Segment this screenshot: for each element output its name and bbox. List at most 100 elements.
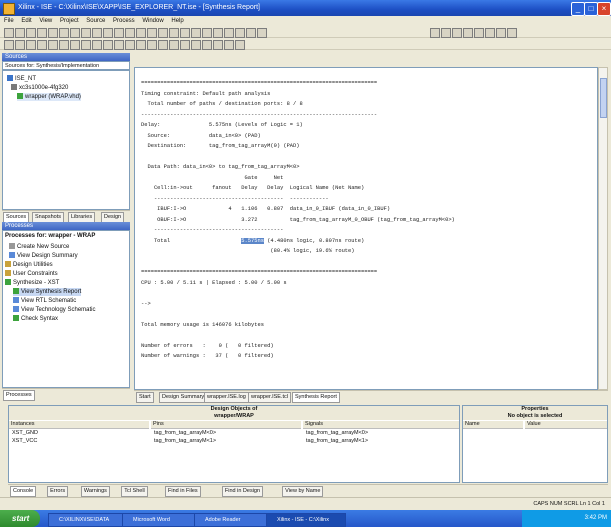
toolbar-icon[interactable] bbox=[191, 28, 201, 38]
console-tab[interactable]: Warnings bbox=[80, 486, 110, 497]
tree-item-device[interactable]: xc3s1000e-4fg320 bbox=[11, 84, 68, 92]
process-item[interactable]: View Technology Schematic bbox=[13, 306, 96, 314]
console-tab[interactable]: View by Name bbox=[282, 486, 324, 497]
toolbar-icon[interactable] bbox=[158, 28, 168, 38]
instance-row[interactable]: XST_VCC bbox=[12, 438, 37, 444]
menu-source[interactable]: Source bbox=[86, 18, 105, 24]
process-item[interactable]: View Design Summary bbox=[9, 252, 78, 260]
toolbar-icon[interactable] bbox=[496, 28, 506, 38]
menu-view[interactable]: View bbox=[39, 18, 52, 24]
toolbar-icon[interactable] bbox=[48, 28, 58, 38]
toolbar-icon[interactable] bbox=[213, 28, 223, 38]
toolbar-icon[interactable] bbox=[59, 28, 69, 38]
process-item[interactable]: User Constraints bbox=[5, 270, 58, 278]
toolbar-icon[interactable] bbox=[103, 28, 113, 38]
tab-start[interactable]: Start bbox=[136, 392, 154, 403]
process-item[interactable]: Check Syntax bbox=[13, 315, 58, 323]
toolbar-icon[interactable] bbox=[15, 40, 25, 50]
toolbar-icon[interactable] bbox=[125, 28, 135, 38]
minimize-button[interactable]: _ bbox=[571, 2, 585, 16]
process-item[interactable]: Create New Source bbox=[9, 243, 69, 251]
process-item-selected[interactable]: View Synthesis Report bbox=[13, 288, 82, 296]
toolbar-icon[interactable] bbox=[202, 28, 212, 38]
console-tab[interactable]: Console bbox=[10, 486, 37, 497]
toolbar-icon[interactable] bbox=[136, 28, 146, 38]
console-tab[interactable]: Tcl Shell bbox=[121, 486, 148, 497]
toolbar-icon[interactable] bbox=[37, 40, 47, 50]
toolbar-icon[interactable] bbox=[147, 28, 157, 38]
toolbar-icon[interactable] bbox=[213, 40, 223, 50]
toolbar-icon[interactable] bbox=[485, 28, 495, 38]
toolbar-icon[interactable] bbox=[81, 28, 91, 38]
toolbar-icon[interactable] bbox=[81, 40, 91, 50]
toolbar-icon[interactable] bbox=[180, 40, 190, 50]
toolbar-icon[interactable] bbox=[441, 28, 451, 38]
toolbar-icon[interactable] bbox=[4, 40, 14, 50]
scrollbar-thumb[interactable] bbox=[600, 78, 607, 118]
toolbar-icon[interactable] bbox=[507, 28, 517, 38]
process-item[interactable]: Design Utilities bbox=[5, 261, 53, 269]
tab-synthesis-report[interactable]: Synthesis Report bbox=[292, 392, 340, 403]
console-tab[interactable]: Errors bbox=[47, 486, 69, 497]
toolbar-icon[interactable] bbox=[202, 40, 212, 50]
toolbar-icon[interactable] bbox=[224, 40, 234, 50]
sources-mode-select[interactable]: Sources for: Synthesis/Implementation bbox=[2, 61, 130, 70]
menu-file[interactable]: File bbox=[4, 18, 14, 24]
menu-window[interactable]: Window bbox=[142, 18, 163, 24]
process-item[interactable]: View RTL Schematic bbox=[13, 297, 76, 305]
toolbar-icon[interactable] bbox=[114, 28, 124, 38]
toolbar-icon[interactable] bbox=[136, 40, 146, 50]
toolbar-icon[interactable] bbox=[70, 28, 80, 38]
close-button[interactable]: × bbox=[597, 2, 611, 16]
instances-header[interactable]: Instances bbox=[9, 421, 149, 429]
tab-processes[interactable]: Processes bbox=[3, 390, 35, 401]
toolbar-icon[interactable] bbox=[26, 28, 36, 38]
instance-row[interactable]: XST_GND bbox=[12, 430, 38, 436]
toolbar-icon[interactable] bbox=[169, 40, 179, 50]
console-tab[interactable]: Find in Design bbox=[221, 486, 264, 497]
toolbar-icon[interactable] bbox=[4, 28, 14, 38]
toolbar-icon[interactable] bbox=[26, 40, 36, 50]
tree-item-wrapper[interactable]: wrapper (WRAP.vhd) bbox=[17, 93, 81, 101]
toolbar-icon[interactable] bbox=[463, 28, 473, 38]
toolbar-icon[interactable] bbox=[103, 40, 113, 50]
signals-header[interactable]: Signals bbox=[303, 421, 459, 429]
toolbar-icon[interactable] bbox=[235, 28, 245, 38]
prop-name-header[interactable]: Name bbox=[463, 421, 523, 429]
toolbar-icon[interactable] bbox=[125, 40, 135, 50]
toolbar-icon[interactable] bbox=[235, 40, 245, 50]
toolbar-icon[interactable] bbox=[37, 28, 47, 38]
pin-row[interactable]: tag_from_tag_arrayM<1> bbox=[154, 438, 216, 444]
signal-row[interactable]: tag_from_tag_arrayM<1> bbox=[306, 438, 368, 444]
signal-row[interactable]: tag_from_tag_arrayM<0> bbox=[306, 430, 368, 436]
toolbar-icon[interactable] bbox=[474, 28, 484, 38]
tree-item-project[interactable]: ISE_NT bbox=[7, 75, 36, 83]
toolbar-icon[interactable] bbox=[92, 28, 102, 38]
toolbar-icon[interactable] bbox=[180, 28, 190, 38]
maximize-button[interactable]: □ bbox=[584, 2, 598, 16]
taskbar-task[interactable]: Microsoft Word bbox=[122, 513, 202, 527]
console-tab[interactable]: Find in Files bbox=[165, 486, 201, 497]
menu-help[interactable]: Help bbox=[171, 18, 183, 24]
menu-process[interactable]: Process bbox=[113, 18, 135, 24]
process-item[interactable]: Synthesize - XST bbox=[5, 279, 59, 287]
toolbar-icon[interactable] bbox=[246, 28, 256, 38]
tab-design-summary[interactable]: Design Summary bbox=[159, 392, 208, 403]
menu-edit[interactable]: Edit bbox=[21, 18, 31, 24]
pins-header[interactable]: Pins bbox=[151, 421, 301, 429]
report-scrollbar[interactable] bbox=[598, 67, 608, 390]
pin-row[interactable]: tag_from_tag_arrayM<0> bbox=[154, 430, 216, 436]
toolbar-icon[interactable] bbox=[158, 40, 168, 50]
taskbar-task-active[interactable]: Xilinx - ISE - C:\Xilinx bbox=[266, 513, 346, 527]
toolbar-icon[interactable] bbox=[257, 28, 267, 38]
toolbar-icon[interactable] bbox=[191, 40, 201, 50]
toolbar-icon[interactable] bbox=[48, 40, 58, 50]
menu-project[interactable]: Project bbox=[60, 18, 79, 24]
toolbar-icon[interactable] bbox=[15, 28, 25, 38]
toolbar-icon[interactable] bbox=[147, 40, 157, 50]
toolbar-icon[interactable] bbox=[169, 28, 179, 38]
tab-tcl[interactable]: wrapper.ISE.tcl bbox=[248, 392, 291, 403]
toolbar-icon[interactable] bbox=[70, 40, 80, 50]
toolbar-icon[interactable] bbox=[224, 28, 234, 38]
toolbar-icon[interactable] bbox=[430, 28, 440, 38]
